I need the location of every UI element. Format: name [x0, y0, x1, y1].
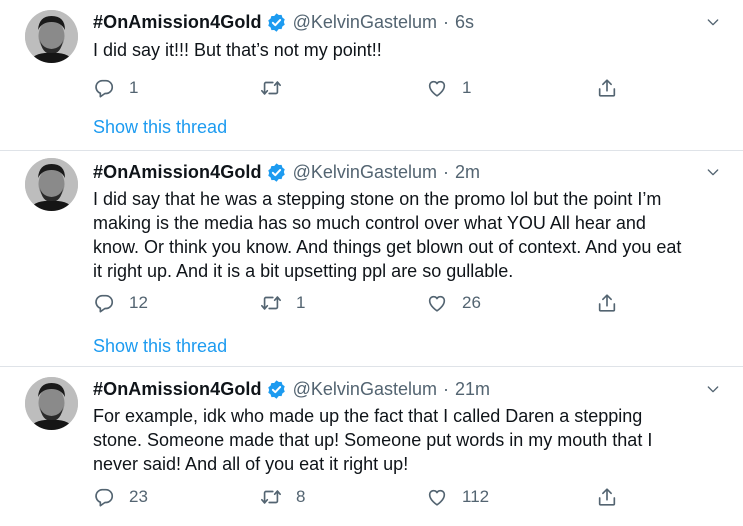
- timestamp[interactable]: 2m: [455, 162, 480, 183]
- show-thread-link[interactable]: Show this thread: [93, 336, 227, 357]
- share-icon: [596, 292, 618, 314]
- verified-badge-icon: [266, 379, 287, 400]
- avatar[interactable]: [25, 158, 78, 211]
- display-name[interactable]: #OnAmission4Gold: [93, 12, 262, 33]
- like-count: 1: [462, 78, 472, 97]
- tweet-text-line: know. Or think you know. And things get …: [93, 237, 682, 257]
- share-button[interactable]: [596, 485, 632, 509]
- tweet[interactable]: #OnAmission4Gold @KelvinGastelum · 2m I …: [0, 150, 743, 366]
- reply-icon: [93, 77, 115, 99]
- like-count: 26: [462, 293, 481, 312]
- reply-count: 12: [129, 293, 148, 312]
- tweet-text-line: it right up. And it is a bit upsetting p…: [93, 261, 514, 281]
- retweet-button[interactable]: 1: [260, 291, 305, 315]
- avatar[interactable]: [25, 10, 78, 63]
- tweet[interactable]: #OnAmission4Gold @KelvinGastelum · 6s I …: [0, 0, 743, 150]
- reply-count: 23: [129, 487, 148, 506]
- reply-button[interactable]: 23: [93, 485, 148, 509]
- tweet-header: #OnAmission4Gold @KelvinGastelum · 6s: [93, 10, 474, 34]
- display-name[interactable]: #OnAmission4Gold: [93, 162, 262, 183]
- retweet-icon: [260, 292, 282, 314]
- retweet-icon: [260, 486, 282, 508]
- reply-icon: [93, 486, 115, 508]
- user-handle[interactable]: @KelvinGastelum: [293, 379, 437, 400]
- reply-icon: [93, 292, 115, 314]
- chevron-down-icon[interactable]: [705, 14, 721, 30]
- separator: ·: [442, 11, 449, 32]
- like-button[interactable]: 112: [426, 485, 489, 509]
- avatar[interactable]: [25, 377, 78, 430]
- timestamp[interactable]: 21m: [455, 379, 490, 400]
- retweet-icon: [260, 77, 282, 99]
- like-count: 112: [462, 487, 490, 506]
- reply-button[interactable]: 1: [93, 76, 138, 100]
- like-button[interactable]: 26: [426, 291, 481, 315]
- reply-button[interactable]: 12: [93, 291, 148, 315]
- like-button[interactable]: 1: [426, 76, 471, 100]
- heart-icon: [426, 77, 448, 99]
- show-thread-link[interactable]: Show this thread: [93, 117, 227, 138]
- heart-icon: [426, 486, 448, 508]
- tweet-text-line: For example, idk who made up the fact th…: [93, 406, 643, 426]
- tweet-text-line: I did say that he was a stepping stone o…: [93, 189, 662, 209]
- separator: ·: [442, 161, 449, 182]
- share-icon: [596, 77, 618, 99]
- retweet-button[interactable]: 8: [260, 485, 305, 509]
- share-button[interactable]: [596, 76, 632, 100]
- chevron-down-icon[interactable]: [705, 164, 721, 180]
- user-handle[interactable]: @KelvinGastelum: [293, 162, 437, 183]
- display-name[interactable]: #OnAmission4Gold: [93, 379, 262, 400]
- verified-badge-icon: [266, 12, 287, 33]
- tweet-header: #OnAmission4Gold @KelvinGastelum · 2m: [93, 160, 480, 184]
- user-handle[interactable]: @KelvinGastelum: [293, 12, 437, 33]
- tweet-text-line: never said! And all of you eat it right …: [93, 454, 409, 474]
- separator: ·: [442, 378, 449, 399]
- action-bar: 1 1: [93, 76, 633, 100]
- tweet-text-line: stone. Someone made that up! Someone put…: [93, 430, 653, 450]
- tweet[interactable]: #OnAmission4Gold @KelvinGastelum · 21m F…: [0, 366, 743, 526]
- reply-count: 1: [129, 78, 139, 97]
- tweet-text: I did say that he was a stepping stone o…: [93, 187, 723, 283]
- action-bar: 23 8 112: [93, 485, 633, 509]
- retweet-button[interactable]: [260, 76, 296, 100]
- tweet-text-line: making is the media has so much control …: [93, 213, 646, 233]
- share-icon: [596, 486, 618, 508]
- verified-badge-icon: [266, 162, 287, 183]
- tweet-text: I did say it!!! But that’s not my point!…: [93, 38, 723, 62]
- tweet-text: For example, idk who made up the fact th…: [93, 404, 723, 476]
- action-bar: 12 1 26: [93, 291, 633, 315]
- chevron-down-icon[interactable]: [705, 381, 721, 397]
- timestamp[interactable]: 6s: [455, 12, 474, 33]
- share-button[interactable]: [596, 291, 632, 315]
- tweet-text-line: I did say it!!! But that’s not my point!…: [93, 40, 382, 60]
- heart-icon: [426, 292, 448, 314]
- retweet-count: 1: [296, 293, 306, 312]
- tweet-header: #OnAmission4Gold @KelvinGastelum · 21m: [93, 377, 490, 401]
- retweet-count: 8: [296, 487, 306, 506]
